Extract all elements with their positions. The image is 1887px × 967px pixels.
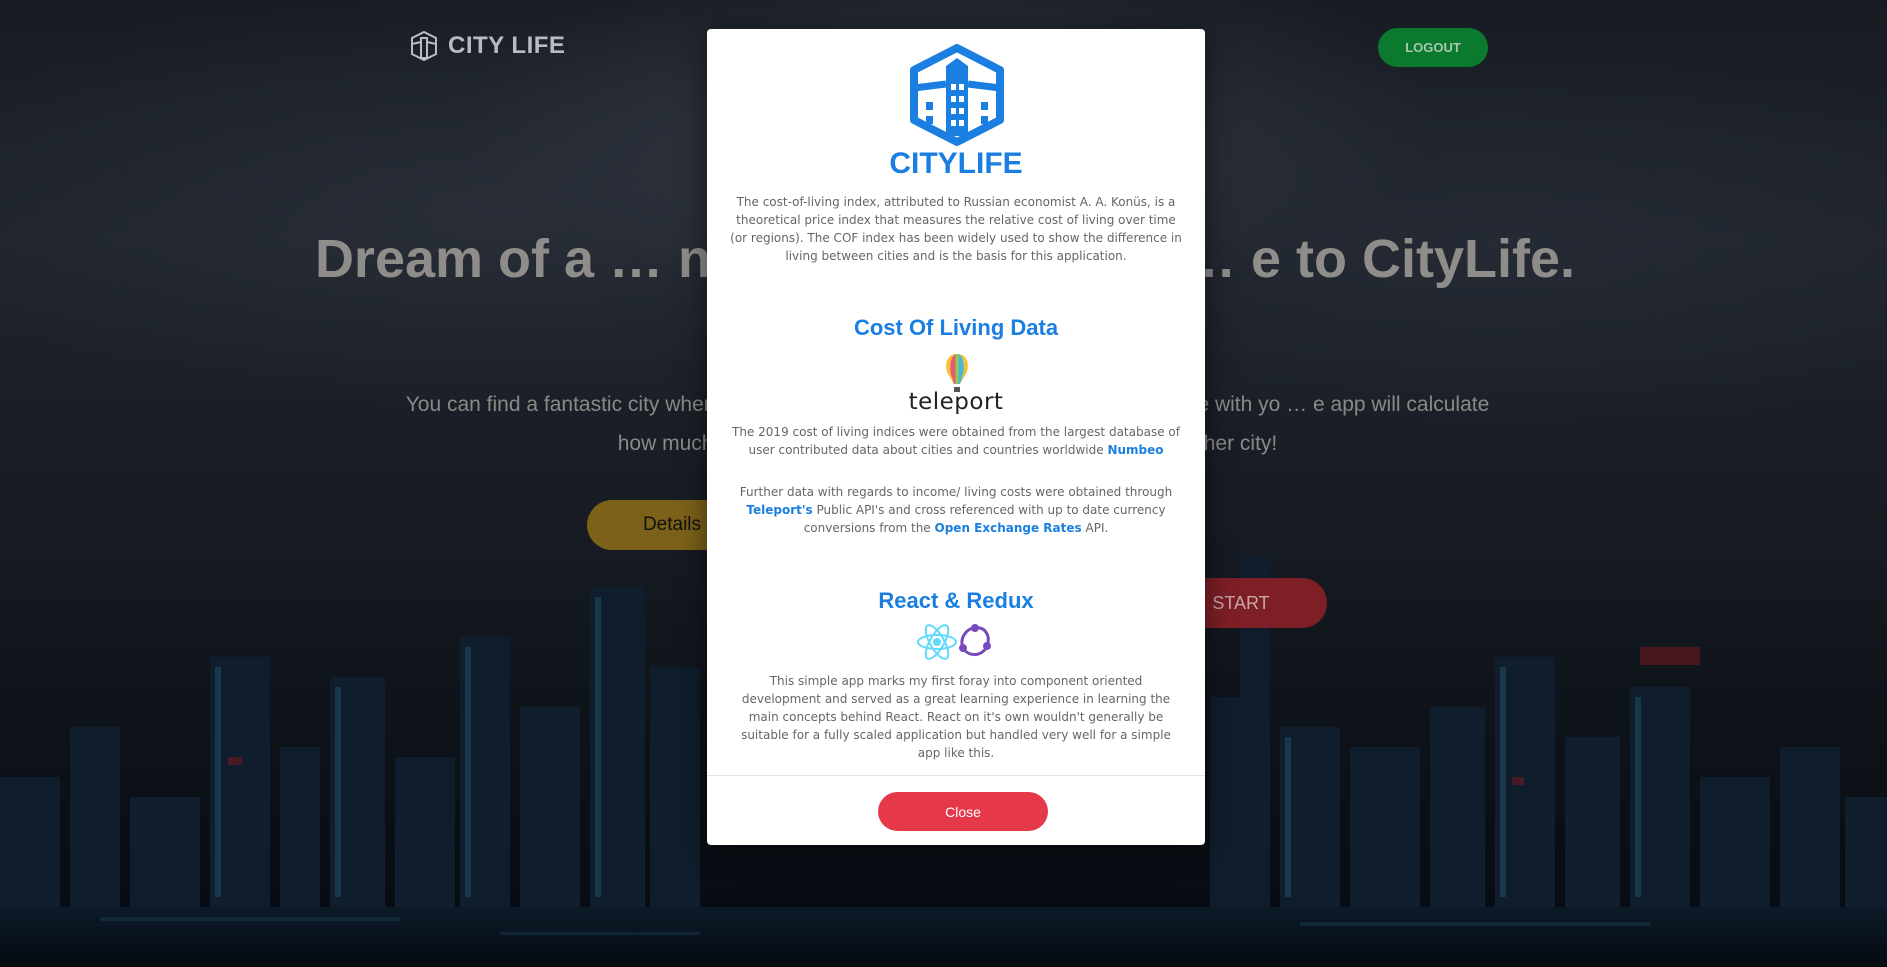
- close-button[interactable]: Close: [878, 792, 1048, 831]
- numbeo-link[interactable]: Numbeo: [1107, 443, 1163, 457]
- city-logo-icon: [411, 30, 437, 62]
- react-redux-icons: [917, 624, 991, 660]
- brand-name: CITY LIFE: [448, 32, 566, 59]
- about-modal: CITYLIFE The cost-of-living index, attri…: [707, 29, 1205, 845]
- react-atom-icon: [917, 624, 957, 660]
- react-redux-heading: React & Redux: [878, 588, 1034, 613]
- redux-icon: [959, 624, 991, 656]
- teleport-balloon-icon: [946, 354, 968, 392]
- teleport-paragraph: Further data with regards to income/ liv…: [729, 483, 1183, 537]
- teleport-logo: teleport: [908, 389, 1004, 415]
- teleport-link[interactable]: Teleport's: [746, 503, 812, 517]
- react-paragraph: This simple app marks my first foray int…: [741, 674, 1171, 760]
- teleport-text-a: Further data with regards to income/ liv…: [739, 485, 1173, 499]
- numbeo-paragraph: The 2019 cost of living indices were obt…: [729, 423, 1183, 459]
- city-building-icon: [910, 44, 1004, 146]
- open-exchange-rates-link[interactable]: Open Exchange Rates: [935, 521, 1082, 535]
- logout-button[interactable]: LOGOUT: [1378, 28, 1488, 67]
- modal-footer-divider: [707, 775, 1205, 776]
- intro-paragraph: The cost-of-living index, attributed to …: [730, 195, 1182, 263]
- cost-of-living-heading: Cost Of Living Data: [853, 315, 1059, 340]
- modal-title: CITYLIFE: [889, 147, 1023, 180]
- teleport-text-c: API.: [1085, 521, 1109, 535]
- brand-logo[interactable]: CITY LIFE: [408, 30, 565, 62]
